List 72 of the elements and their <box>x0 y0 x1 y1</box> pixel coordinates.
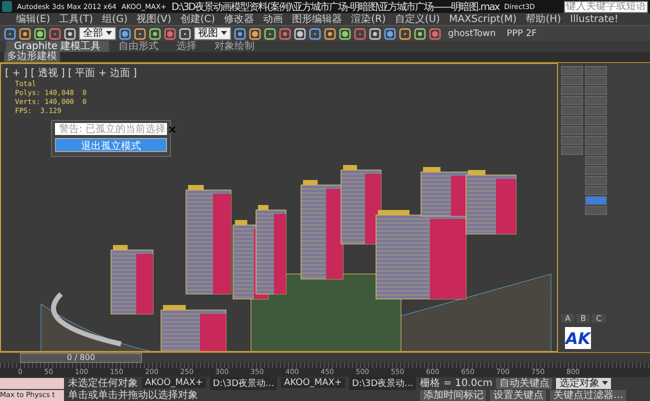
listener-output-field[interactable] <box>0 378 64 388</box>
taskbar-item[interactable]: D:\3D夜景动... <box>348 376 416 390</box>
status-text: 未选定任何对象 <box>68 376 138 390</box>
panel-tab[interactable]: A <box>561 314 574 323</box>
toolbar-icon[interactable] <box>354 28 366 40</box>
selection-filter-dropdown[interactable]: 全部 <box>79 27 116 40</box>
caret-icon <box>106 31 112 36</box>
toolbar-icon[interactable] <box>369 28 381 40</box>
menu-item[interactable]: 工具(T) <box>59 12 94 26</box>
ribbon-tab[interactable]: 对象绘制 <box>206 41 263 52</box>
menu-item[interactable]: 创建(C) <box>180 12 216 26</box>
toolbar-icon[interactable] <box>19 28 31 40</box>
toolbar-icon[interactable] <box>339 28 351 40</box>
caret-icon <box>221 31 227 36</box>
menu-item[interactable]: Illustrate! <box>570 14 618 24</box>
layer-label: PPP 2F <box>506 28 538 38</box>
toolbar-icon[interactable] <box>384 28 396 40</box>
toolbar-icon[interactable] <box>49 28 61 40</box>
ribbon-tab[interactable]: 选择 <box>168 41 205 52</box>
ribbon-tab[interactable]: Graphite 建模工具 <box>6 41 109 52</box>
toolbar-icon[interactable] <box>119 28 131 40</box>
toolbar-icon[interactable] <box>264 28 276 40</box>
menu-item[interactable]: 修改器 <box>224 12 254 26</box>
menu-item[interactable]: 视图(V) <box>136 12 172 26</box>
key-mode-dropdown[interactable]: 选定对象 <box>556 378 612 388</box>
toolbar-icon[interactable] <box>279 28 291 40</box>
menu-item[interactable]: 组(G) <box>102 12 128 26</box>
add-time-tag-button[interactable]: 添加时间标记 <box>420 390 486 400</box>
taskbar-item[interactable]: AKOO_MAX+ <box>281 378 345 388</box>
caret-icon <box>602 380 608 385</box>
grid-size-text: 栅格 = 10.0cm <box>420 376 492 390</box>
toolbar-icon[interactable] <box>294 28 306 40</box>
panel-tab[interactable]: B <box>576 314 590 323</box>
taskbar-item[interactable]: D:\3D夜景动... <box>210 376 278 390</box>
menu-item[interactable]: 编辑(E) <box>16 12 50 26</box>
toolbar-icon[interactable] <box>399 28 411 40</box>
key-filters-button[interactable]: 关键点过滤器... <box>550 390 626 400</box>
reference-coordinate-dropdown[interactable]: 视图 <box>194 27 231 40</box>
set-key-button[interactable]: 设置关键点 <box>490 390 546 400</box>
menu-item[interactable]: MAXScript(M) <box>448 14 517 24</box>
app-logo-icon[interactable] <box>2 1 12 12</box>
menu-item[interactable]: 帮助(H) <box>526 12 562 26</box>
dialog-title: 警告: 已孤立的当前选择 <box>59 122 166 136</box>
plugin-logo: AK <box>565 327 591 349</box>
menu-item[interactable]: 图形编辑器 <box>292 12 342 26</box>
file-path: D:\3D夜景动画模型资料(案例)\亚方城市广场-明暗图\亚方城市广场——明暗图.max <box>172 0 500 14</box>
toolbar-icon[interactable] <box>64 28 76 40</box>
menu-item[interactable]: 自定义(U) <box>394 12 440 26</box>
toolbar-icon[interactable] <box>309 28 321 40</box>
time-slider-handle[interactable]: 0 / 800 <box>20 353 142 363</box>
menu-item[interactable]: 动画 <box>263 12 284 26</box>
toolbar-icon[interactable] <box>179 28 191 40</box>
toolbar-icon[interactable] <box>414 28 426 40</box>
prompt-text: 单击或单击并拖动以选择对象 <box>68 388 198 401</box>
toolbar-icon[interactable] <box>4 28 16 40</box>
search-field[interactable]: 键入关键字或短语 <box>564 0 648 12</box>
toolbar-icon[interactable] <box>234 28 246 40</box>
toolbar-icon[interactable] <box>164 28 176 40</box>
toolbar-icon[interactable] <box>429 28 441 40</box>
named-selection-label: ghostTown <box>447 28 497 38</box>
toolbar-icon[interactable] <box>34 28 46 40</box>
ribbon-tab[interactable]: 自由形式 <box>110 41 167 52</box>
menu-item[interactable]: 渲染(R) <box>351 12 386 26</box>
taskbar-item[interactable]: AKOO_MAX+ <box>142 378 206 388</box>
toolbar-icon[interactable] <box>134 28 146 40</box>
viewport-label[interactable]: [ + ] [ 透视 ] [ 平面 + 边面 ] <box>5 66 137 80</box>
ribbon-panel-button[interactable]: 多边形建模 <box>4 52 60 62</box>
panel-tab[interactable]: C <box>592 314 606 323</box>
toolbar-icon[interactable] <box>149 28 161 40</box>
toolbar-icon[interactable] <box>324 28 336 40</box>
auto-key-button[interactable]: 自动关键点 <box>496 378 552 388</box>
toolbar-icon[interactable] <box>249 28 261 40</box>
